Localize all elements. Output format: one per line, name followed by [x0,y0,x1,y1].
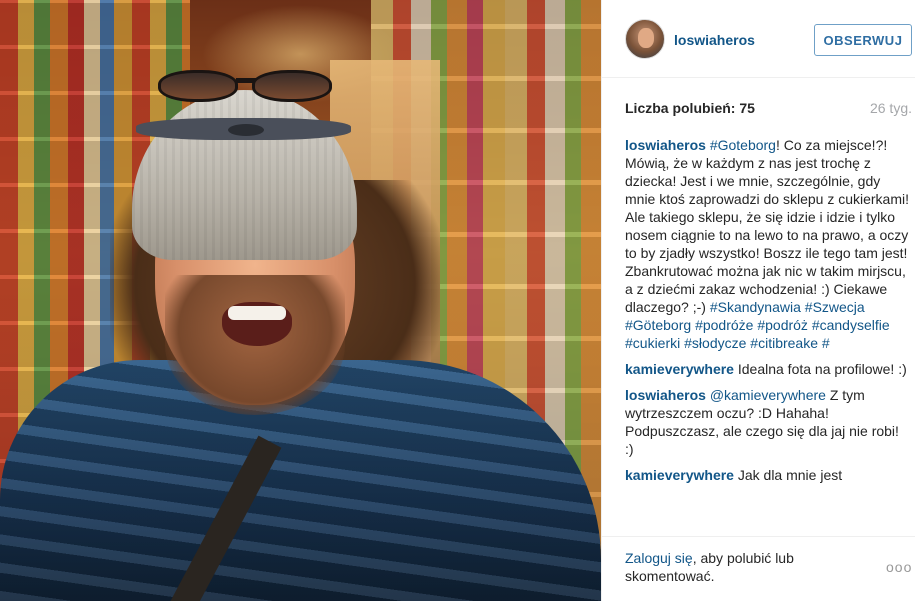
hashtag[interactable]: # [822,335,830,351]
post-photo[interactable] [0,0,601,601]
hashtag[interactable]: #Skandynawia [710,299,801,315]
comment-mention[interactable]: @kamieverywhere [710,387,826,403]
post-age[interactable]: 26 tyg. [870,100,912,116]
login-prompt: Zaloguj się, aby polubić lub skomentować… [625,549,855,585]
comment-item: kamieverywhere Jak dla mnie jest [625,466,909,484]
hashtag[interactable]: #podróż [757,317,808,333]
comment-item: kamieverywhere Idealna fota na profilowe… [625,360,909,378]
user-avatar[interactable] [625,19,665,59]
sunglasses [150,66,340,106]
sunglasses-lens-right [252,70,332,102]
caption-hashtag[interactable]: #Goteborg [710,137,776,153]
follow-button[interactable]: OBSERWUJ [814,24,912,56]
beanie-logo [228,124,264,136]
post-sidebar: loswiaheros OBSERWUJ Liczba polubień: 75… [601,0,915,601]
hashtag[interactable]: #cukierki [625,335,680,351]
comment-text: Idealna fota na profilowe! :) [737,361,907,377]
comment-username[interactable]: loswiaheros [625,387,706,403]
header-username[interactable]: loswiaheros [674,32,755,48]
comment-item: loswiaheros @kamieverywhere Z tym wytrze… [625,386,909,458]
post-header: loswiaheros OBSERWUJ [602,0,915,78]
hashtag[interactable]: #citibreake [750,335,818,351]
caption-text: ! Co za miejsce!?! Mówią, że w każdym z … [625,137,909,315]
sunglasses-lens-left [158,70,238,102]
post-footer: Zaloguj się, aby polubić lub skomentować… [602,536,915,601]
hashtag[interactable]: #Szwecja [805,299,865,315]
comments-list[interactable]: loswiaheros #Goteborg! Co za miejsce!?! … [625,136,909,536]
login-link[interactable]: Zaloguj się [625,550,693,566]
caption: loswiaheros #Goteborg! Co za miejsce!?! … [625,136,909,352]
hashtag[interactable]: #candyselfie [812,317,890,333]
comment-text: Jak dla mnie jest [737,467,843,483]
hashtag[interactable]: #słodycze [684,335,746,351]
likes-count[interactable]: Liczba polubień: 75 [625,100,755,116]
comment-username[interactable]: kamieverywhere [625,467,734,483]
post-stats: Liczba polubień: 75 26 tyg. [625,100,912,120]
comment-username[interactable]: kamieverywhere [625,361,734,377]
caption-username[interactable]: loswiaheros [625,137,706,153]
open-mouth [222,302,292,346]
hashtag[interactable]: #podróże [695,317,753,333]
ellipsis-icon[interactable]: ooo [886,559,912,575]
hashtag[interactable]: #Göteborg [625,317,691,333]
